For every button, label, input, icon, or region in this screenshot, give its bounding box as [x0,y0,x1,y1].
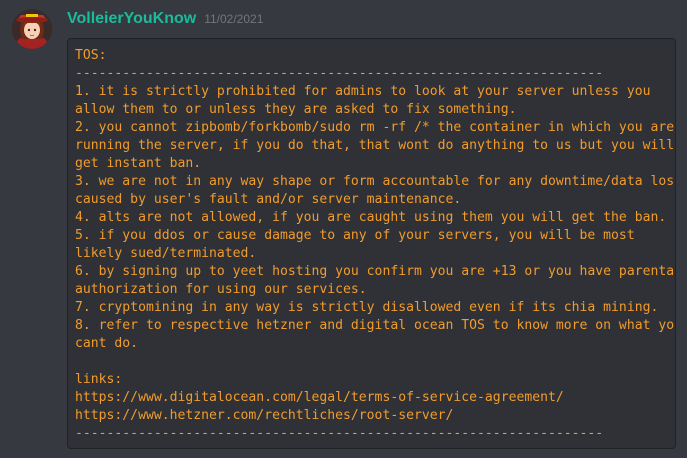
code-line: TOS: [75,48,107,63]
code-line: running the server, if you do that, that… [75,138,675,153]
code-line: allow them to or unless they are asked t… [75,102,517,117]
code-line: likely sued/terminated. [75,246,257,261]
username[interactable]: VolleierYouKnow [67,10,196,28]
code-line: links: [75,372,123,387]
code-line: 6. by signing up to yeet hosting you con… [75,264,676,279]
code-line: get instant ban. [75,156,202,171]
code-line: 4. alts are not allowed, if you are caug… [75,210,667,225]
code-line: 8. refer to respective hetzner and digit… [75,318,676,333]
chat-message: VolleierYouKnow 11/02/2021 TOS: --------… [0,0,687,458]
code-line: authorization for using our services. [75,282,367,297]
code-link-hetzner: https://www.hetzner.com/rechtliches/root… [75,408,454,423]
code-line: 7. cryptomining in any way is strictly d… [75,300,659,315]
code-line: caused by user's fault and/or server mai… [75,192,462,207]
code-line: 2. you cannot zipbomb/forkbomb/sudo rm -… [75,120,675,135]
code-line: cant do. [75,336,139,351]
code-link-digitalocean: https://www.digitalocean.com/legal/terms… [75,390,564,405]
code-line: ----------------------------------------… [75,66,604,81]
code-block: TOS: -----------------------------------… [67,38,676,449]
message-timestamp: 11/02/2021 [204,12,264,26]
anime-character-avatar-icon [12,9,52,49]
code-line: 5. if you ddos or cause damage to any of… [75,228,635,243]
code-line: ----------------------------------------… [75,426,604,441]
user-avatar[interactable] [12,9,52,49]
message-header: VolleierYouKnow 11/02/2021 [67,10,263,32]
code-line: 3. we are not in any way shape or form a… [75,174,676,189]
code-line: 1. it is strictly prohibited for admins … [75,84,651,99]
